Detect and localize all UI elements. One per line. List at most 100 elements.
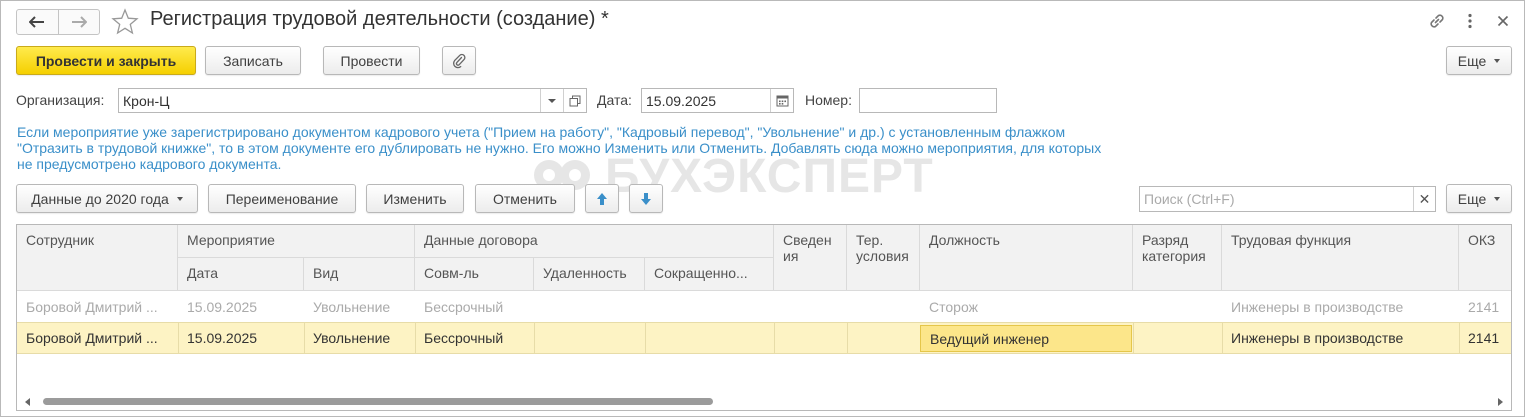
post-and-close-button[interactable]: Провести и закрыть — [16, 46, 196, 75]
rename-button[interactable]: Переименование — [208, 184, 356, 213]
organization-dropdown-button[interactable] — [540, 89, 563, 112]
arrow-down-icon — [641, 192, 651, 205]
cell-date: 15.09.2025 — [187, 330, 258, 346]
cell-reduced — [645, 323, 774, 353]
col-position[interactable]: Должность — [920, 225, 1133, 291]
post-button[interactable]: Провести — [323, 46, 420, 75]
attach-files-button[interactable] — [442, 46, 476, 75]
save-button[interactable]: Записать — [205, 46, 301, 75]
paperclip-icon — [453, 53, 466, 68]
col-date[interactable]: Дата — [178, 258, 304, 291]
table-more-label: Еще — [1457, 190, 1487, 207]
number-field[interactable] — [859, 88, 997, 113]
change-button[interactable]: Изменить — [366, 184, 464, 213]
navigation-buttons — [16, 9, 100, 35]
cell-grade — [1133, 291, 1222, 322]
table-more-button[interactable]: Еще — [1446, 184, 1512, 213]
cell-okz: 2141 — [1468, 298, 1500, 315]
col-grade[interactable]: Разряд категория — [1133, 225, 1222, 291]
clear-search-button[interactable]: ✕ — [1413, 187, 1435, 211]
col-kind[interactable]: Вид — [304, 258, 415, 291]
close-icon — [1497, 15, 1509, 27]
cell-employee: Боровой Дмитрий ... — [26, 298, 158, 315]
col-okz[interactable]: ОКЗ — [1459, 225, 1511, 291]
more-button-label: Еще — [1457, 52, 1487, 69]
col-terr-line-2: условия — [856, 248, 909, 264]
organization-open-button[interactable] — [563, 89, 586, 112]
cancel-event-button[interactable]: Отменить — [475, 184, 575, 213]
cell-labor-function: Инженеры в производстве — [1231, 298, 1404, 315]
form-window: Регистрация трудовой деятельности (созда… — [0, 0, 1525, 417]
cell-employee: Боровой Дмитрий ... — [26, 330, 158, 346]
col-info[interactable]: Сведен ия — [774, 225, 847, 291]
col-info-line-1: Сведен — [783, 232, 832, 248]
cell-date: 15.09.2025 — [187, 298, 258, 315]
date-label: Дата: — [597, 92, 632, 108]
calendar-button[interactable] — [770, 89, 793, 112]
cell-combination: Бессрочный — [424, 298, 504, 315]
cell-remote — [534, 291, 645, 322]
search-input[interactable]: Поиск (Ctrl+F) — [1140, 187, 1413, 211]
dropdown-arrow-icon — [548, 98, 556, 103]
link-button[interactable] — [1426, 10, 1448, 32]
cell-info — [774, 323, 847, 353]
organization-value: Крон-Ц — [123, 92, 170, 109]
arrow-left-icon — [29, 16, 45, 28]
cell-reduced — [645, 291, 774, 322]
data-before-2020-button[interactable]: Данные до 2020 года — [16, 184, 198, 213]
cell-territorial-conditions — [847, 323, 920, 353]
more-button[interactable]: Еще — [1446, 46, 1512, 75]
cell-kind: Увольнение — [313, 330, 391, 346]
organization-field[interactable]: Крон-Ц — [118, 88, 587, 113]
vertical-dots-icon — [1468, 13, 1472, 29]
data-before-2020-label: Данные до 2020 года — [31, 190, 169, 207]
cell-combination: Бессрочный — [424, 330, 504, 346]
scrollbar-thumb[interactable] — [43, 398, 713, 405]
col-combination[interactable]: Совм-ль — [415, 258, 534, 291]
cell-info — [774, 291, 847, 322]
scroll-left-icon[interactable] — [25, 398, 30, 406]
caret-down-icon — [1494, 196, 1501, 201]
table-row[interactable]: Боровой Дмитрий ... 15.09.2025 Увольнени… — [17, 291, 1511, 322]
favorite-star-icon[interactable] — [111, 8, 139, 36]
col-grade-line-2: категория — [1142, 248, 1206, 264]
page-title: Регистрация трудовой деятельности (созда… — [150, 8, 609, 30]
col-employee[interactable]: Сотрудник — [17, 225, 178, 291]
calendar-icon — [776, 95, 788, 107]
col-event-group: Мероприятие — [178, 225, 415, 258]
search-field[interactable]: Поиск (Ctrl+F) ✕ — [1139, 186, 1436, 212]
table-row-selected[interactable]: Боровой Дмитрий ... 15.09.2025 Увольнени… — [17, 322, 1511, 354]
move-up-button[interactable] — [585, 184, 619, 213]
caret-down-icon — [1494, 58, 1501, 63]
cell-position-focused[interactable]: Ведущий инженер — [920, 325, 1132, 352]
number-label: Номер: — [805, 92, 852, 108]
arrow-up-icon — [597, 192, 607, 205]
cell-position: Сторож — [929, 298, 978, 315]
back-button[interactable] — [17, 10, 58, 34]
more-actions-button[interactable] — [1463, 10, 1477, 32]
col-contract-group: Данные договора — [415, 225, 774, 258]
cell-remote — [534, 323, 645, 353]
col-grade-line-1: Разряд — [1142, 232, 1189, 248]
scroll-right-icon[interactable] — [1498, 398, 1503, 406]
organization-label: Организация: — [16, 92, 105, 108]
col-info-line-2: ия — [783, 248, 799, 264]
horizontal-scrollbar[interactable] — [17, 393, 1511, 409]
move-down-button[interactable] — [629, 184, 663, 213]
forward-button[interactable] — [57, 10, 100, 34]
cell-okz: 2141 — [1468, 330, 1500, 346]
cell-grade — [1133, 323, 1222, 353]
col-remote[interactable]: Удаленность — [534, 258, 645, 291]
date-value: 15.09.2025 — [646, 92, 717, 109]
arrow-right-icon — [71, 16, 87, 28]
info-line-1: Если мероприятие уже зарегистрировано до… — [17, 124, 1066, 140]
events-table[interactable]: Сотрудник Мероприятие Дата Вид Данные до… — [16, 224, 1512, 411]
close-button[interactable] — [1495, 10, 1511, 32]
col-labor-function[interactable]: Трудовая функция — [1222, 225, 1459, 291]
col-territorial-conditions[interactable]: Тер. условия — [847, 225, 920, 291]
date-field[interactable]: 15.09.2025 — [641, 88, 794, 113]
cell-kind: Увольнение — [313, 298, 391, 315]
col-reduced[interactable]: Сокращенно... — [645, 258, 774, 291]
cell-labor-function: Инженеры в производстве — [1231, 330, 1404, 346]
caret-down-icon — [176, 196, 183, 201]
